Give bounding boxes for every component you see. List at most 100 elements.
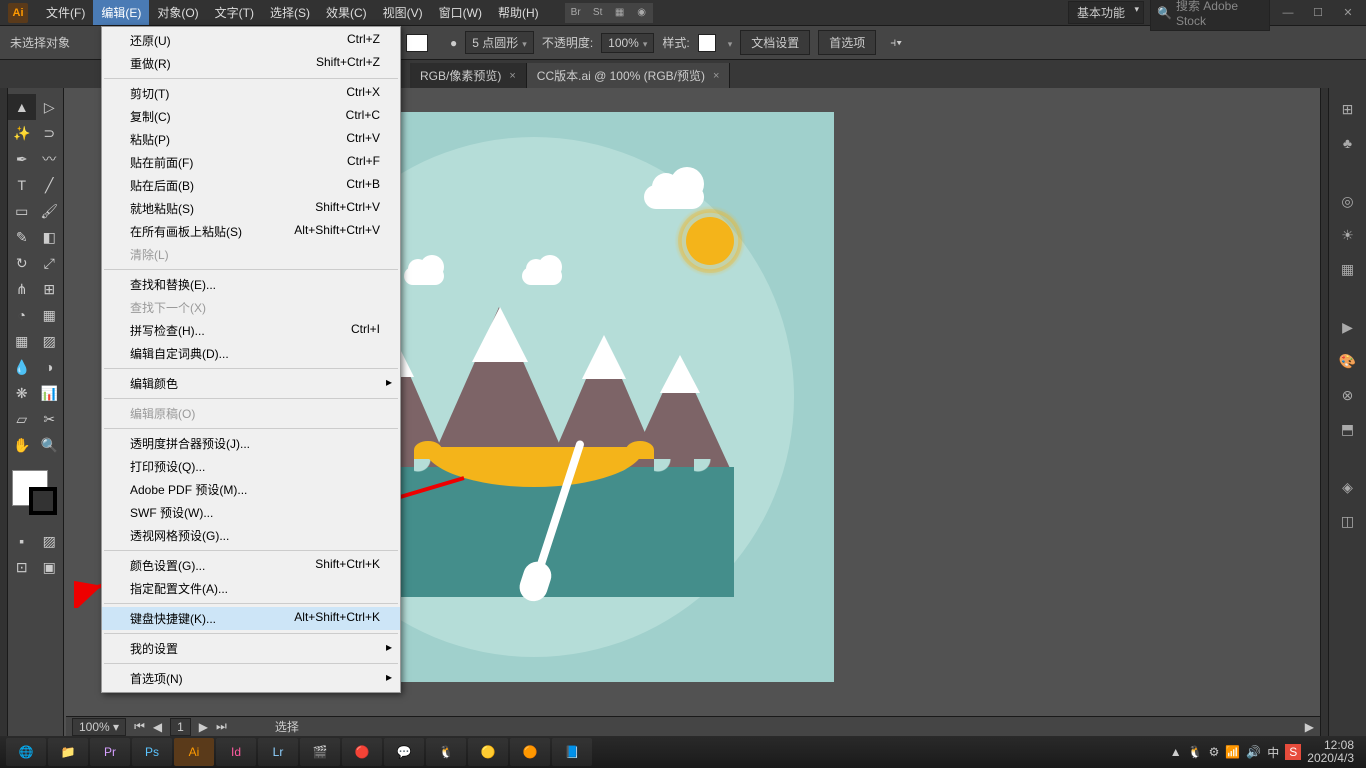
- taskbar-app-indesign[interactable]: Id: [216, 738, 256, 766]
- taskbar-app[interactable]: 🔴: [342, 738, 382, 766]
- menu-item[interactable]: 复制(C)Ctrl+C: [102, 105, 400, 128]
- taskbar-app-photoshop[interactable]: Ps: [132, 738, 172, 766]
- menu-item[interactable]: 编辑自定词典(D)...: [102, 342, 400, 365]
- menu-item[interactable]: 键盘快捷键(K)...Alt+Shift+Ctrl+K: [102, 607, 400, 630]
- right-dock-strip[interactable]: [1320, 88, 1328, 736]
- slice-tool[interactable]: ✂: [36, 406, 64, 432]
- workspace-dropdown[interactable]: 基本功能: [1068, 1, 1144, 24]
- gradient-tool[interactable]: ▨: [36, 328, 64, 354]
- menu-窗口[interactable]: 窗口(W): [431, 0, 490, 25]
- arrange-icon[interactable]: ▦: [609, 3, 631, 23]
- eraser-tool[interactable]: ◧: [36, 224, 64, 250]
- menu-item[interactable]: 在所有画板上粘贴(S)Alt+Shift+Ctrl+V: [102, 220, 400, 243]
- align-icon[interactable]: ⫞▾: [890, 35, 902, 50]
- selection-tool[interactable]: ▲: [8, 94, 36, 120]
- system-clock[interactable]: 12:08 2020/4/3: [1307, 739, 1360, 765]
- stroke-panel-icon[interactable]: ⊗: [1337, 384, 1359, 406]
- close-icon[interactable]: ×: [713, 70, 719, 82]
- brushes-panel-icon[interactable]: ▶: [1337, 316, 1359, 338]
- hand-tool[interactable]: ✋: [8, 432, 36, 458]
- cc-panel-icon[interactable]: ◎: [1337, 190, 1359, 212]
- artboard-nav-next[interactable]: ▶: [199, 720, 208, 734]
- menu-item[interactable]: 贴在前面(F)Ctrl+F: [102, 151, 400, 174]
- opacity-field[interactable]: 100%: [601, 33, 654, 53]
- taskbar-app[interactable]: 💬: [384, 738, 424, 766]
- menu-item[interactable]: 编辑颜色: [102, 372, 400, 395]
- menu-item[interactable]: 我的设置: [102, 637, 400, 660]
- libraries-panel-icon[interactable]: ♣: [1337, 132, 1359, 154]
- menu-item[interactable]: 打印预设(Q)...: [102, 455, 400, 478]
- rectangle-tool[interactable]: ▭: [8, 198, 36, 224]
- menu-item[interactable]: 贴在后面(B)Ctrl+B: [102, 174, 400, 197]
- document-setup-button[interactable]: 文档设置: [740, 30, 810, 55]
- screen-mode[interactable]: ⊡: [8, 554, 36, 580]
- stock-search[interactable]: 🔍搜索 Adobe Stock: [1150, 0, 1270, 31]
- direct-selection-tool[interactable]: ▷: [36, 94, 64, 120]
- perspective-tool[interactable]: ▦: [36, 302, 64, 328]
- tray-icon[interactable]: 🐧: [1188, 745, 1203, 759]
- fill-swatch[interactable]: [406, 34, 428, 52]
- document-tab[interactable]: RGB/像素预览)×: [410, 63, 527, 88]
- zoom-field[interactable]: 100% ▾: [72, 718, 126, 736]
- free-transform-tool[interactable]: ⊞: [36, 276, 64, 302]
- menu-帮助[interactable]: 帮助(H): [490, 0, 547, 25]
- menu-item[interactable]: Adobe PDF 预设(M)...: [102, 478, 400, 501]
- bridge-icon[interactable]: Br: [565, 3, 587, 23]
- color-mode[interactable]: ▪: [8, 528, 36, 554]
- tray-icon[interactable]: 📶: [1225, 745, 1240, 759]
- mesh-tool[interactable]: ▦: [8, 328, 36, 354]
- taskbar-app[interactable]: 🎬: [300, 738, 340, 766]
- gradient-mode[interactable]: ▨: [36, 528, 64, 554]
- menu-编辑[interactable]: 编辑(E): [93, 0, 149, 25]
- appearance-panel-icon[interactable]: ◫: [1337, 510, 1359, 532]
- symbols-panel-icon[interactable]: 🎨: [1337, 350, 1359, 372]
- tray-ime[interactable]: 中: [1267, 744, 1279, 761]
- document-tab[interactable]: CC版本.ai @ 100% (RGB/预览)×: [527, 63, 731, 88]
- menu-item[interactable]: 就地粘贴(S)Shift+Ctrl+V: [102, 197, 400, 220]
- screen-mode-2[interactable]: ▣: [36, 554, 64, 580]
- menu-文字[interactable]: 文字(T): [207, 0, 262, 25]
- menu-item[interactable]: 拼写检查(H)...Ctrl+I: [102, 319, 400, 342]
- zoom-tool[interactable]: 🔍: [36, 432, 64, 458]
- tray-sogou-icon[interactable]: S: [1285, 744, 1301, 760]
- stroke-style-dropdown[interactable]: 5 点圆形: [465, 31, 534, 54]
- minimize-button[interactable]: —: [1276, 4, 1300, 22]
- stock-icon[interactable]: St: [587, 3, 609, 23]
- menu-item[interactable]: SWF 预设(W)...: [102, 501, 400, 524]
- graph-tool[interactable]: 📊: [36, 380, 64, 406]
- left-dock-strip[interactable]: [0, 88, 8, 736]
- gpu-icon[interactable]: ◉: [631, 3, 653, 23]
- symbol-sprayer-tool[interactable]: ❋: [8, 380, 36, 406]
- menu-对象[interactable]: 对象(O): [149, 0, 206, 25]
- taskbar-app-notes[interactable]: 📘: [552, 738, 592, 766]
- menu-item[interactable]: 首选项(N): [102, 667, 400, 690]
- taskbar-app-explorer[interactable]: 📁: [48, 738, 88, 766]
- menu-item[interactable]: 透视网格预设(G)...: [102, 524, 400, 547]
- menu-item[interactable]: 重做(R)Shift+Ctrl+Z: [102, 52, 400, 75]
- lasso-tool[interactable]: ⊃: [36, 120, 64, 146]
- artboard-nav-prev[interactable]: ◀: [153, 720, 162, 734]
- tray-icon[interactable]: ▲: [1170, 745, 1182, 759]
- tray-icon[interactable]: ⚙: [1209, 745, 1220, 759]
- taskbar-app-illustrator[interactable]: Ai: [174, 738, 214, 766]
- tray-icon[interactable]: 🔊: [1246, 745, 1261, 759]
- artboard-nav-first[interactable]: ⏮: [134, 719, 145, 734]
- magic-wand-tool[interactable]: ✨: [8, 120, 36, 146]
- artboard-number[interactable]: 1: [170, 718, 191, 736]
- artboard-nav-last[interactable]: ⏭: [216, 719, 227, 734]
- curvature-tool[interactable]: 〰: [36, 146, 64, 172]
- fill-stroke-swatch[interactable]: [8, 466, 63, 510]
- taskbar-app-chrome[interactable]: 🟡: [468, 738, 508, 766]
- taskbar-app[interactable]: 🟠: [510, 738, 550, 766]
- properties-panel-icon[interactable]: ⊞: [1337, 98, 1359, 120]
- gradient-panel-icon[interactable]: ⬒: [1337, 418, 1359, 440]
- artboard-tool[interactable]: ▱: [8, 406, 36, 432]
- pen-tool[interactable]: ✒: [8, 146, 36, 172]
- close-icon[interactable]: ×: [509, 70, 515, 82]
- menu-item[interactable]: 粘贴(P)Ctrl+V: [102, 128, 400, 151]
- width-tool[interactable]: ⋔: [8, 276, 36, 302]
- preferences-button[interactable]: 首选项: [818, 30, 876, 55]
- transparency-panel-icon[interactable]: ◈: [1337, 476, 1359, 498]
- menu-选择[interactable]: 选择(S): [262, 0, 318, 25]
- rotate-tool[interactable]: ↻: [8, 250, 36, 276]
